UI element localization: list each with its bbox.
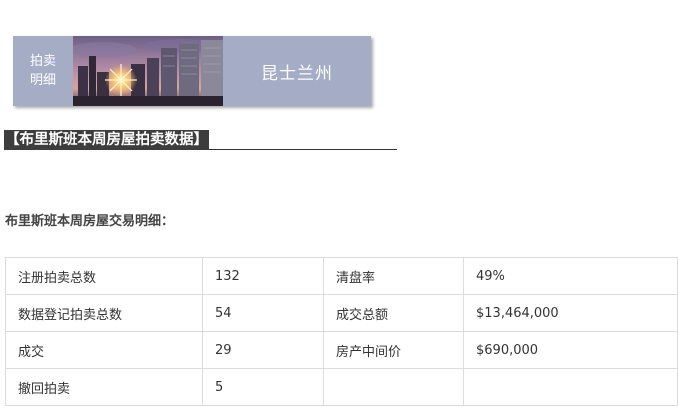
- table-cell: [463, 368, 678, 406]
- table-row: 成交 29 房产中间价 $690,000: [5, 331, 678, 369]
- table-row: 注册拍卖总数 132 清盘率 49%: [5, 257, 678, 295]
- table-row: 撤回拍卖 5: [5, 368, 678, 406]
- section-title: 【布里斯班本周房屋拍卖数据】: [4, 129, 397, 150]
- table-cell: 注册拍卖总数: [5, 257, 203, 295]
- auction-banner: 拍卖 明细 昆士兰州: [13, 36, 371, 106]
- banner-label-line2: 明细: [29, 73, 56, 88]
- banner-label-line1: 拍卖: [29, 54, 56, 69]
- table-cell: [323, 368, 464, 406]
- table-cell: 132: [202, 257, 324, 295]
- table-cell: $690,000: [463, 331, 678, 369]
- table-cell: 成交总额: [323, 294, 464, 332]
- section-title-text: 【布里斯班本周房屋拍卖数据】: [4, 130, 209, 150]
- table-cell: 成交: [5, 331, 203, 369]
- table-cell: 49%: [463, 257, 678, 295]
- table-cell: 5: [202, 368, 324, 406]
- banner-label: 拍卖 明细: [13, 36, 73, 106]
- auction-data-table: 注册拍卖总数 132 清盘率 49% 数据登记拍卖总数 54 成交总额 $13,…: [5, 257, 678, 406]
- table-row: 数据登记拍卖总数 54 成交总额 $13,464,000: [5, 294, 678, 332]
- banner-city-name: 昆士兰州: [261, 63, 333, 84]
- table-cell: 数据登记拍卖总数: [5, 294, 203, 332]
- table-cell: 清盘率: [323, 257, 464, 295]
- table-subtitle: 布里斯班本周房屋交易明细：: [5, 214, 175, 229]
- city-skyline-image: [73, 36, 223, 106]
- table-cell: 29: [202, 331, 324, 369]
- table-cell: 54: [202, 294, 324, 332]
- table-cell: $13,464,000: [463, 294, 678, 332]
- table-cell: 撤回拍卖: [5, 368, 203, 406]
- table-cell: 房产中间价: [323, 331, 464, 369]
